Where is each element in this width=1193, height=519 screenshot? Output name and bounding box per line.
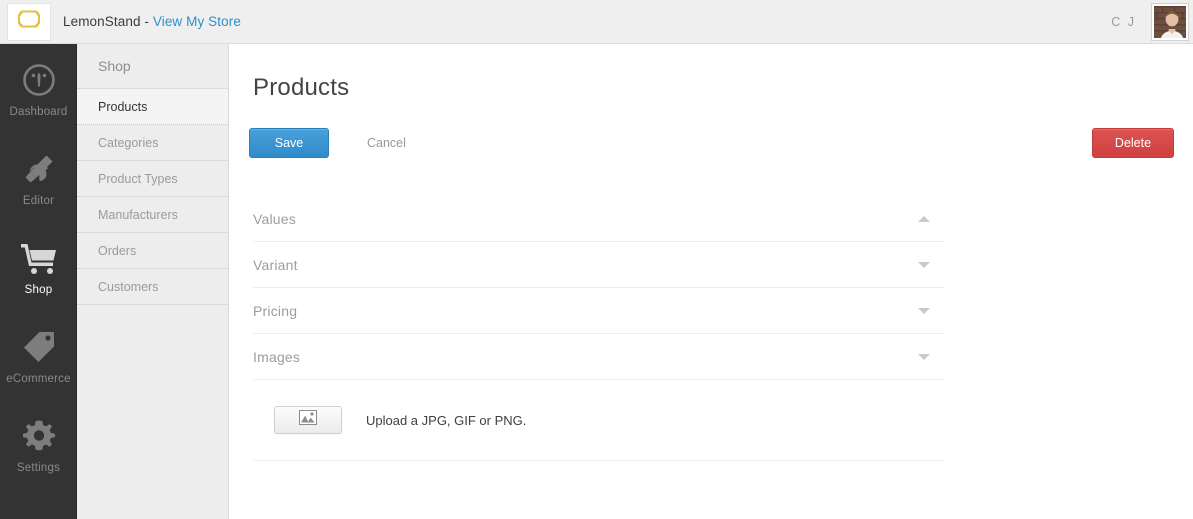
accordion-section-variant[interactable]: Variant <box>253 242 944 288</box>
view-my-store-link[interactable]: View My Store <box>153 14 241 29</box>
gear-icon <box>21 416 57 456</box>
accordion-section-images[interactable]: Images <box>253 334 944 380</box>
lemonstand-logo-icon <box>16 8 42 35</box>
upload-hint-text: Upload a JPG, GIF or PNG. <box>366 412 527 428</box>
shopping-cart-icon <box>19 238 59 278</box>
image-upload-row: Upload a JPG, GIF or PNG. <box>274 406 526 434</box>
save-button[interactable]: Save <box>249 128 329 158</box>
chevron-down-icon <box>918 307 930 314</box>
accordion-panel: Values Variant Pricing Images <box>253 196 944 380</box>
secondary-sidebar: Shop Products Categories Product Types M… <box>77 44 229 519</box>
cancel-button[interactable]: Cancel <box>359 128 414 158</box>
price-tag-icon <box>21 327 57 367</box>
primary-sidebar: Dashboard Editor Shop eCommerce Settings <box>0 44 77 519</box>
sidebar-item-shop[interactable]: Shop <box>0 222 77 311</box>
sidebar-label-settings: Settings <box>16 461 61 474</box>
sidebar-label-editor: Editor <box>22 194 55 207</box>
header-right-group: C J <box>1111 0 1193 43</box>
lemonstand-logo-button[interactable] <box>7 2 51 41</box>
top-header-bar: LemonStand - View My Store C J <box>0 0 1193 44</box>
main-content: Products Save Cancel Delete Values Varia… <box>229 44 1193 519</box>
chevron-down-icon <box>918 353 930 360</box>
subnav-item-manufacturers[interactable]: Manufacturers <box>77 197 228 233</box>
sidebar-label-ecommerce: eCommerce <box>6 372 71 385</box>
sidebar-label-dashboard: Dashboard <box>9 105 68 118</box>
brand-name-label: LemonStand - <box>63 14 153 29</box>
app-window: LemonStand - View My Store C J Dashboard… <box>0 0 1193 519</box>
editor-tools-icon <box>21 149 57 189</box>
user-initials-label: C J <box>1111 14 1136 29</box>
subnav-item-customers[interactable]: Customers <box>77 269 228 305</box>
avatar-photo <box>1154 5 1186 38</box>
subnav-title: Shop <box>77 44 228 89</box>
brand-title: LemonStand - View My Store <box>63 14 241 29</box>
content-divider <box>253 460 944 461</box>
delete-button[interactable]: Delete <box>1092 128 1174 158</box>
sidebar-label-shop: Shop <box>24 283 53 296</box>
subnav-item-orders[interactable]: Orders <box>77 233 228 269</box>
sidebar-item-dashboard[interactable]: Dashboard <box>0 44 77 133</box>
accordion-label-values: Values <box>253 210 296 227</box>
accordion-label-pricing: Pricing <box>253 302 298 319</box>
page-title: Products <box>253 74 350 101</box>
accordion-section-values[interactable]: Values <box>253 196 944 242</box>
accordion-label-variant: Variant <box>253 256 298 273</box>
accordion-label-images: Images <box>253 348 301 365</box>
upload-image-button[interactable] <box>274 406 342 434</box>
sidebar-item-ecommerce[interactable]: eCommerce <box>0 311 77 400</box>
dashboard-gauge-icon <box>21 60 57 100</box>
chevron-down-icon <box>918 261 930 268</box>
subnav-item-categories[interactable]: Categories <box>77 125 228 161</box>
avatar[interactable] <box>1152 3 1188 40</box>
sidebar-item-editor[interactable]: Editor <box>0 133 77 222</box>
subnav-item-products[interactable]: Products <box>77 89 228 125</box>
subnav-item-product-types[interactable]: Product Types <box>77 161 228 197</box>
picture-icon <box>299 410 317 430</box>
accordion-section-pricing[interactable]: Pricing <box>253 288 944 334</box>
sidebar-item-settings[interactable]: Settings <box>0 400 77 489</box>
action-button-row: Save Cancel Delete <box>249 128 1174 158</box>
chevron-up-icon <box>918 215 930 222</box>
